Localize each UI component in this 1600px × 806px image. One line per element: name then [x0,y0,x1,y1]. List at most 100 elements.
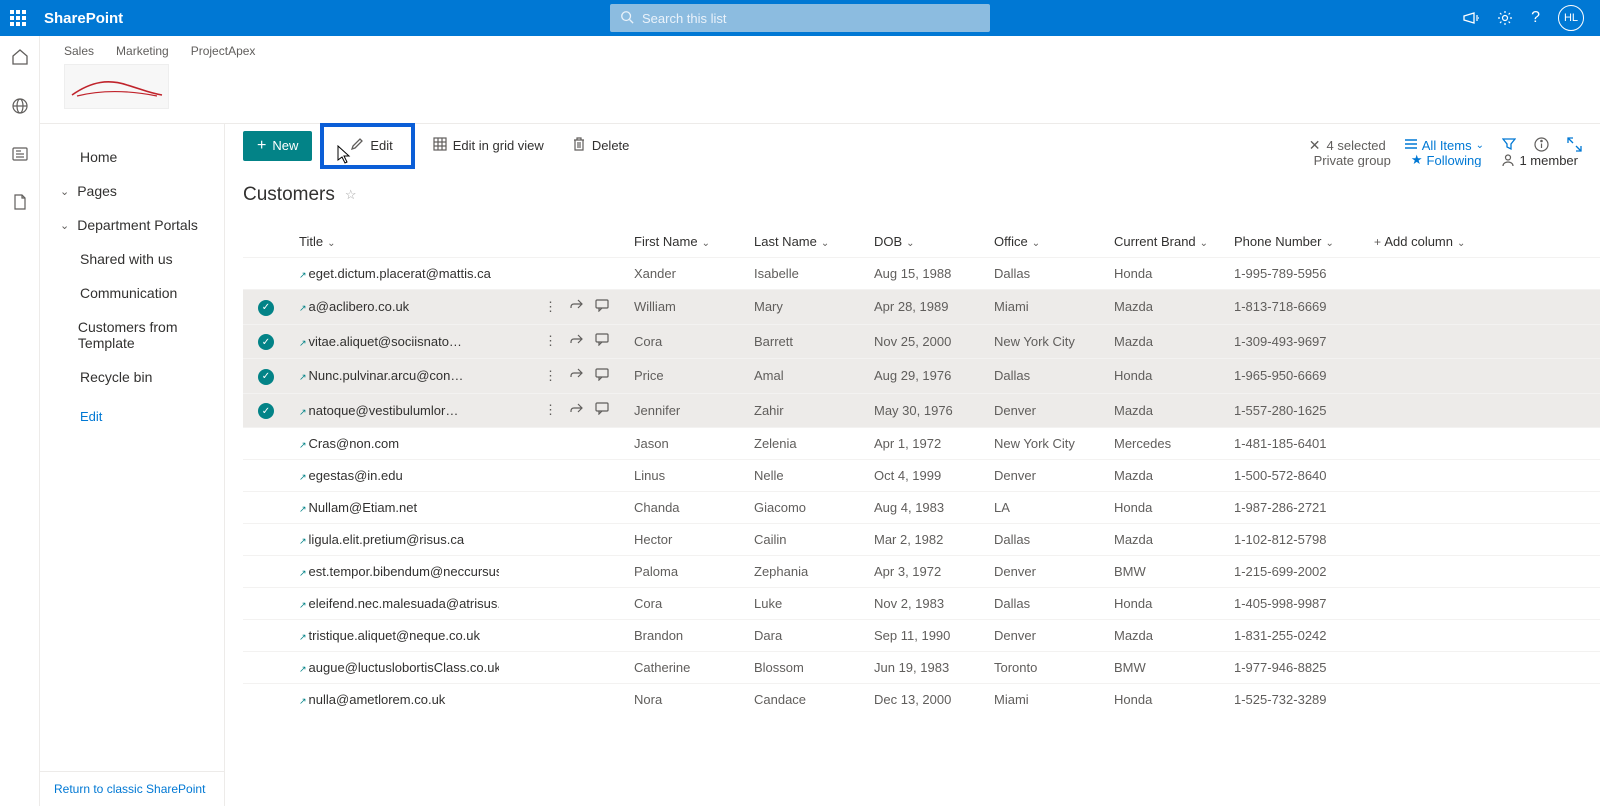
top-nav-item[interactable]: Marketing [116,44,169,58]
table-row[interactable]: ✓↗vitae.aliquet@sociisnato…⋮CoraBarrettN… [243,324,1600,359]
column-header-first[interactable]: First Name [634,234,698,249]
item-title[interactable]: ↗tristique.aliquet@neque.co.uk [299,628,499,643]
column-header-last[interactable]: Last Name [754,234,817,249]
share-icon[interactable] [569,402,583,419]
app-rail [0,36,40,806]
new-button[interactable]: + New [243,131,312,161]
item-title[interactable]: ↗Cras@non.com [299,436,499,451]
nav-edit-link[interactable]: Edit [40,400,224,433]
nav-pages[interactable]: ⌄Pages [40,174,224,208]
cell-brand: Mazda [1104,324,1224,359]
file-rail-icon[interactable] [12,193,28,214]
item-title[interactable]: ↗nulla@ametlorem.co.uk [299,692,499,707]
home-rail-icon[interactable] [11,48,29,69]
table-row[interactable]: ↗eleifend.nec.malesuada@atrisus.caCoraLu… [243,588,1600,620]
item-title[interactable]: ↗est.tempor.bibendum@neccursusa.com [299,564,499,579]
table-row[interactable]: ↗nulla@ametlorem.co.ukNoraCandaceDec 13,… [243,684,1600,716]
nav-department-portals[interactable]: ⌄Department Portals [40,208,224,242]
more-icon[interactable]: ⋮ [544,333,557,349]
news-rail-icon[interactable] [11,146,29,165]
item-title[interactable]: ↗ligula.elit.pretium@risus.ca [299,532,499,547]
nav-shared-with-us[interactable]: Shared with us [40,242,224,276]
table-row[interactable]: ↗Nullam@Etiam.netChandaGiacomoAug 4, 198… [243,492,1600,524]
edit-grid-button[interactable]: Edit in grid view [423,131,554,161]
share-icon[interactable] [569,333,583,350]
comment-icon[interactable] [595,402,609,418]
selected-check-icon[interactable]: ✓ [258,334,274,350]
globe-rail-icon[interactable] [11,97,29,118]
top-nav-item[interactable]: Sales [64,44,94,58]
delete-button[interactable]: Delete [562,131,640,161]
item-title[interactable]: ↗natoque@vestibulumlor… [299,403,499,418]
more-icon[interactable]: ⋮ [544,299,557,315]
table-row[interactable]: ✓↗natoque@vestibulumlor…⋮JenniferZahirMa… [243,393,1600,428]
gear-icon[interactable] [1497,10,1513,26]
item-title[interactable]: ↗augue@luctuslobortisClass.co.uk [299,660,499,675]
table-row[interactable]: ✓↗a@aclibero.co.uk⋮WilliamMaryApr 28, 19… [243,290,1600,325]
table-row[interactable]: ↗tristique.aliquet@neque.co.ukBrandonDar… [243,620,1600,652]
add-column-button[interactable]: Add column [1384,234,1453,249]
cell-dob: Dec 13, 2000 [864,684,984,716]
cell-first: Linus [624,460,744,492]
more-icon[interactable]: ⋮ [544,368,557,384]
table-row[interactable]: ↗augue@luctuslobortisClass.co.ukCatherin… [243,652,1600,684]
cell-dob: Apr 28, 1989 [864,290,984,325]
cell-last: Zahir [744,393,864,428]
table-row[interactable]: ↗ligula.elit.pretium@risus.caHectorCaili… [243,524,1600,556]
column-header-title[interactable]: Title [299,234,323,249]
site-logo[interactable] [64,64,169,109]
top-nav-item[interactable]: ProjectApex [191,44,256,58]
edit-button[interactable]: Edit [332,131,402,161]
item-title[interactable]: ↗eleifend.nec.malesuada@atrisus.ca [299,596,499,611]
chevron-down-icon: ⌄ [906,238,914,249]
share-icon[interactable] [569,367,583,384]
app-launcher-icon[interactable] [0,0,36,36]
selected-check-icon[interactable]: ✓ [258,300,274,316]
nav-communication[interactable]: Communication [40,276,224,310]
cell-office: Miami [984,290,1104,325]
table-row[interactable]: ↗egestas@in.eduLinusNelleOct 4, 1999Denv… [243,460,1600,492]
nav-recycle-bin[interactable]: Recycle bin [40,360,224,394]
item-title[interactable]: ↗Nullam@Etiam.net [299,500,499,515]
table-row[interactable]: ✓↗Nunc.pulvinar.arcu@con…⋮PriceAmalAug 2… [243,359,1600,394]
view-switcher[interactable]: All Items⌄ [1404,138,1484,153]
nav-home[interactable]: Home [40,140,224,174]
column-header-brand[interactable]: Current Brand [1114,234,1196,249]
item-title[interactable]: ↗a@aclibero.co.uk [299,299,499,314]
cell-last: Zephania [744,556,864,588]
table-row[interactable]: ↗eget.dictum.placerat@mattis.caXanderIsa… [243,258,1600,290]
comment-icon[interactable] [595,299,609,315]
column-header-dob[interactable]: DOB [874,234,902,249]
chevron-down-icon: ⌄ [327,238,335,249]
nav-customers-template[interactable]: Customers from Template [40,310,224,360]
comment-icon[interactable] [595,333,609,349]
more-icon[interactable]: ⋮ [544,402,557,418]
filter-icon[interactable] [1502,137,1516,154]
avatar[interactable]: HL [1558,5,1584,31]
selected-check-icon[interactable]: ✓ [258,403,274,419]
comment-icon[interactable] [595,368,609,384]
cell-office: Miami [984,684,1104,716]
info-icon[interactable] [1534,137,1549,155]
table-row[interactable]: ↗Cras@non.comJasonZeleniaApr 1, 1972New … [243,428,1600,460]
item-title[interactable]: ↗vitae.aliquet@sociisnato… [299,334,499,349]
item-title[interactable]: ↗egestas@in.edu [299,468,499,483]
table-row[interactable]: ↗est.tempor.bibendum@neccursusa.comPalom… [243,556,1600,588]
item-title[interactable]: ↗Nunc.pulvinar.arcu@con… [299,368,499,383]
cell-dob: May 30, 1976 [864,393,984,428]
share-icon[interactable] [569,298,583,315]
cell-phone: 1-995-789-5956 [1224,258,1364,290]
clear-selection[interactable]: ✕4 selected [1309,137,1386,154]
return-classic-link[interactable]: Return to classic SharePoint [40,771,224,806]
help-icon[interactable]: ? [1531,9,1540,27]
list-title: Customers [243,184,335,206]
chevron-down-icon: ⌄ [1325,238,1333,249]
column-header-phone[interactable]: Phone Number [1234,234,1321,249]
item-title[interactable]: ↗eget.dictum.placerat@mattis.ca [299,266,499,281]
favorite-star-icon[interactable]: ☆ [345,187,357,203]
column-header-office[interactable]: Office [994,234,1028,249]
search-input[interactable] [610,4,990,32]
selected-check-icon[interactable]: ✓ [258,369,274,385]
expand-icon[interactable] [1567,137,1582,155]
megaphone-icon[interactable] [1463,11,1479,25]
